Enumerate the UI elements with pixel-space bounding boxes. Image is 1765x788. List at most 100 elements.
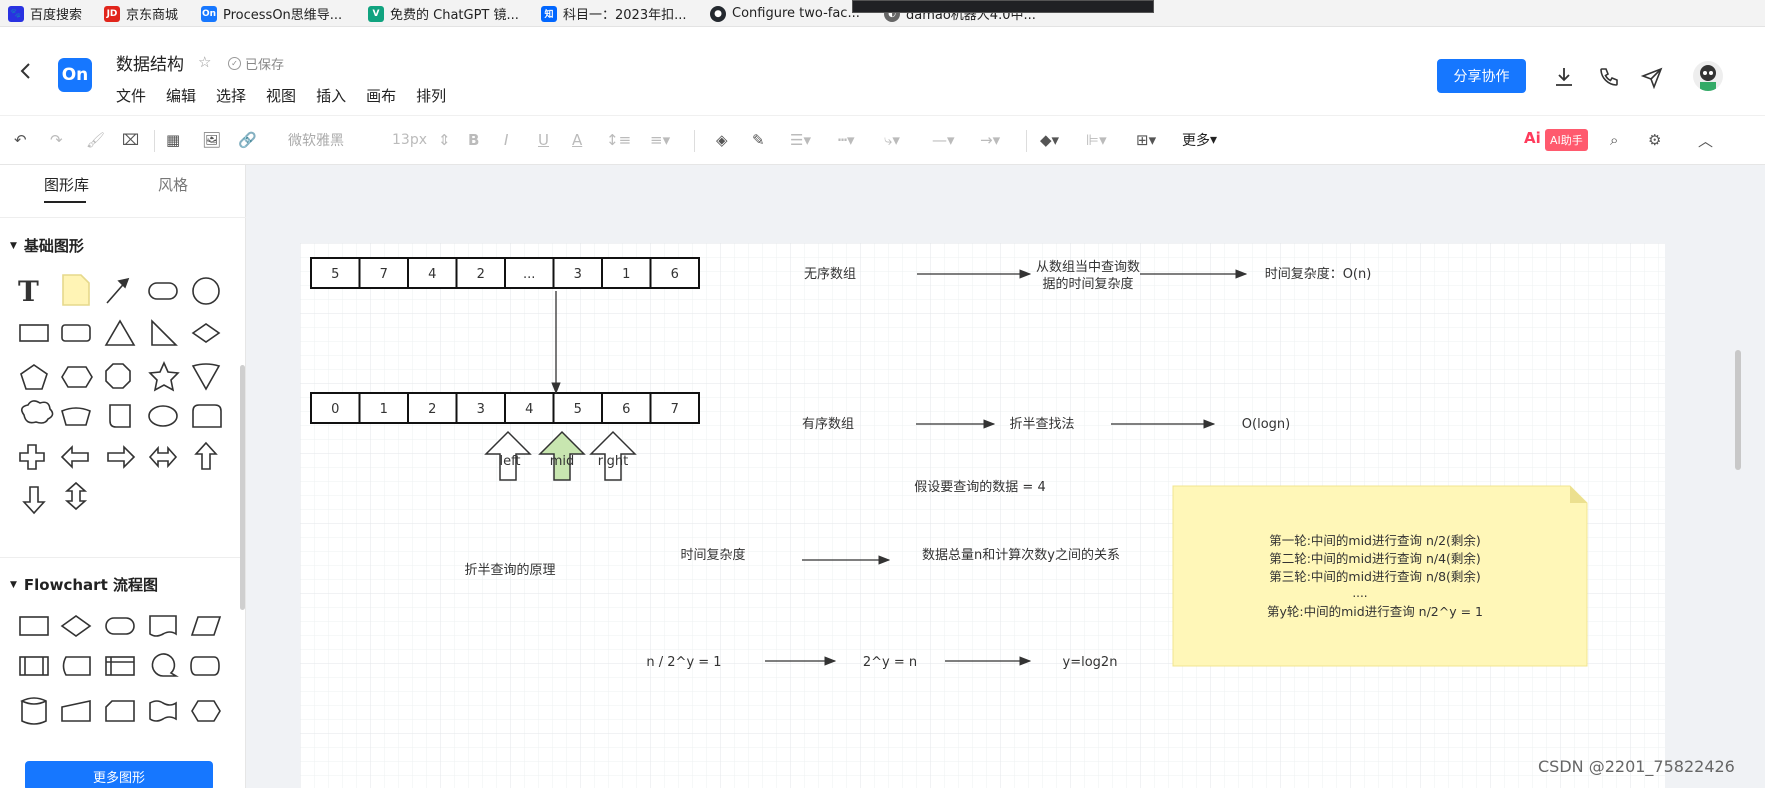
fill-color-icon[interactable]: ◈: [716, 129, 728, 151]
preparation-shape[interactable]: [191, 700, 221, 722]
phone-icon[interactable]: [1597, 65, 1621, 89]
layer-icon[interactable]: ◆▾: [1040, 129, 1059, 151]
group-icon[interactable]: ⊞▾: [1136, 129, 1156, 151]
more-shapes-button[interactable]: 更多图形: [25, 761, 213, 788]
bookmark-baidu[interactable]: 🐾 百度搜索: [8, 4, 82, 23]
share-button[interactable]: 分享协作: [1437, 59, 1526, 93]
font-size-stepper-icon[interactable]: ⇕: [438, 129, 451, 151]
diagram-page[interactable]: 5 7 4 2... 3 1 6 01234567 left mid right 无序数组 …: [300, 243, 1665, 788]
font-size-input[interactable]: 13px: [392, 129, 427, 151]
bookmark-chatgpt-mirror[interactable]: V 免费的 ChatGPT 镜...: [368, 4, 519, 23]
menu-view[interactable]: 视图: [266, 85, 296, 106]
menu-insert[interactable]: 插入: [316, 85, 346, 106]
processon-logo[interactable]: On: [58, 58, 92, 92]
line-color-icon[interactable]: ✎: [752, 129, 765, 151]
assume-label[interactable]: 假设要查询的数据 = 4: [914, 479, 1045, 495]
pentagon-shape[interactable]: [20, 364, 48, 390]
line-height-icon[interactable]: ↕≡: [606, 129, 631, 151]
octagon-shape[interactable]: [105, 363, 131, 389]
canvas-scrollbar[interactable]: [1735, 350, 1741, 470]
document-shape[interactable]: [149, 615, 177, 637]
process-shape[interactable]: [19, 616, 49, 636]
cone-shape[interactable]: [191, 363, 221, 391]
equation-3[interactable]: y=log2n: [1063, 655, 1118, 670]
rectangle-shape[interactable]: [19, 324, 49, 342]
database-shape[interactable]: [20, 697, 47, 725]
query-label-line1[interactable]: 从数组当中查询数: [1036, 260, 1140, 275]
right-triangle-shape[interactable]: [151, 319, 178, 346]
down-arrow-shape[interactable]: [22, 486, 46, 515]
callout-corner-shape[interactable]: [109, 404, 131, 428]
unsorted-label[interactable]: 无序数组: [804, 267, 856, 282]
search-doc-icon[interactable]: ⌕: [1610, 129, 1618, 151]
arrange-align-icon[interactable]: ⊫▾: [1086, 129, 1107, 151]
menu-canvas[interactable]: 画布: [366, 85, 396, 106]
arrow-end-icon[interactable]: →▾: [980, 129, 1000, 151]
left-arrow-shape[interactable]: [60, 445, 89, 469]
rounded-rect-shape[interactable]: [148, 282, 178, 300]
font-color-icon[interactable]: A: [572, 129, 582, 151]
complexity-label[interactable]: 时间复杂度: [680, 547, 745, 563]
menu-edit[interactable]: 编辑: [166, 85, 196, 106]
sorted-label[interactable]: 有序数组: [802, 417, 854, 432]
diamond-shape[interactable]: [191, 323, 221, 343]
terminator-shape[interactable]: [105, 617, 135, 635]
format-painter-icon[interactable]: 🖌: [86, 129, 105, 151]
panel-scrollbar[interactable]: [240, 365, 245, 610]
table-icon[interactable]: ▦: [166, 129, 180, 151]
image-icon[interactable]: 🖼: [202, 129, 221, 151]
underline-icon[interactable]: U: [538, 129, 549, 151]
card-shape[interactable]: [105, 700, 135, 722]
back-arrow-icon[interactable]: [16, 61, 36, 81]
menu-file[interactable]: 文件: [116, 85, 146, 106]
tab-style[interactable]: 风格: [158, 174, 188, 195]
query-label-line2[interactable]: 据的时间复杂度: [1042, 276, 1133, 292]
sorted-array[interactable]: 0 1 2 3 4 5 6 7: [310, 392, 700, 424]
connector-type-icon[interactable]: ⤷▾: [884, 129, 900, 151]
tab-shape[interactable]: [192, 404, 222, 428]
line-style-icon[interactable]: ┅▾: [838, 129, 855, 151]
font-family-select[interactable]: 微软雅黑: [288, 129, 344, 151]
triangle-shape[interactable]: [104, 319, 136, 346]
line-width-icon[interactable]: ☰▾: [790, 129, 811, 151]
unsorted-array[interactable]: 5 7 4 2... 3 1 6: [310, 257, 700, 289]
ai-logo-icon[interactable]: Ai: [1524, 129, 1541, 147]
send-icon[interactable]: [1640, 65, 1664, 89]
time-on-label[interactable]: 时间复杂度：O(n): [1265, 266, 1372, 282]
up-down-arrow-shape[interactable]: [64, 481, 88, 511]
collapse-toolbar-icon[interactable]: ︿: [1698, 129, 1713, 151]
sequential-storage-shape[interactable]: [151, 653, 179, 677]
star-icon[interactable]: ☆: [198, 53, 211, 71]
avatar[interactable]: [1693, 61, 1723, 91]
bookmark-processon[interactable]: On ProcessOn思维导...: [201, 4, 342, 23]
relation-label[interactable]: 数据总量n和计算次数y之间的关系: [922, 547, 1120, 563]
up-arrow-shape[interactable]: [194, 441, 218, 470]
menu-arrange[interactable]: 排列: [416, 85, 446, 106]
ellipse-shape[interactable]: [148, 405, 178, 427]
trapezoid-curve-shape[interactable]: [61, 407, 91, 426]
circle-shape[interactable]: [192, 277, 220, 305]
star-shape[interactable]: [148, 361, 180, 392]
ai-assistant-button[interactable]: AI助手: [1545, 129, 1588, 151]
o-logn-label[interactable]: O(logn): [1242, 417, 1290, 432]
menu-select[interactable]: 选择: [216, 85, 246, 106]
equation-1[interactable]: n / 2^y = 1: [646, 655, 721, 670]
bookmark-jd[interactable]: JD 京东商城: [104, 4, 178, 23]
bold-icon[interactable]: B: [468, 129, 479, 151]
stored-data-shape[interactable]: [62, 656, 91, 676]
redo-icon[interactable]: ↷: [50, 129, 63, 151]
bookmark-github[interactable]: ● Configure two-fac...: [710, 4, 860, 23]
binary-search-label[interactable]: 折半查找法: [1009, 417, 1074, 432]
decision-shape[interactable]: [60, 615, 92, 637]
data-shape[interactable]: [190, 616, 222, 636]
settings-sliders-icon[interactable]: ⚙: [1648, 129, 1661, 151]
text-shape[interactable]: T: [18, 275, 39, 308]
right-arrow-shape[interactable]: [107, 445, 136, 469]
round-corner-rect-shape[interactable]: [61, 324, 91, 342]
cloud-shape[interactable]: [20, 400, 54, 424]
undo-icon[interactable]: ↶: [14, 129, 27, 151]
more-menu[interactable]: 更多 ▾: [1182, 129, 1217, 151]
section-basic-shapes[interactable]: ▼ 基础图形: [10, 235, 84, 256]
equation-2[interactable]: 2^y = n: [863, 655, 917, 670]
note-shape[interactable]: [62, 274, 90, 306]
